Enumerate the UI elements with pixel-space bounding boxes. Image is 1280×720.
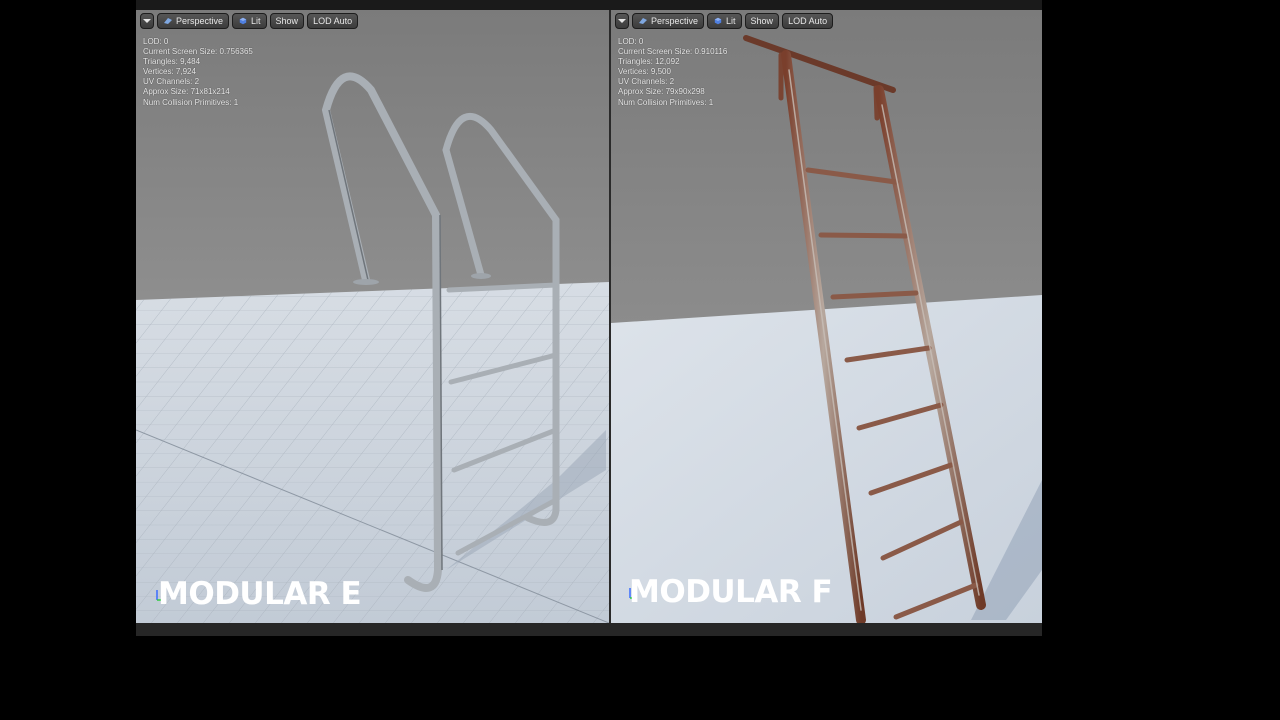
lit-button[interactable]: Lit [707, 13, 742, 29]
perspective-label: Perspective [176, 16, 224, 26]
stat-screen-size: Current Screen Size: 0.910116 [618, 47, 728, 57]
lod-label: LOD Auto [788, 16, 828, 26]
stat-lod: LOD: 0 [143, 37, 169, 46]
stat-approx-size: Approx Size: 79x90x298 [618, 87, 705, 97]
show-button[interactable]: Show [744, 13, 780, 29]
viewport-options-button[interactable] [140, 13, 154, 29]
cube-icon [714, 17, 722, 25]
lod-button[interactable]: LOD Auto [307, 13, 359, 29]
stat-lod: LOD: 0 [618, 37, 644, 46]
camera-icon [639, 18, 647, 24]
chevron-down-icon [143, 19, 151, 23]
editor-bottom-bar [136, 623, 1042, 636]
viewport-toolbar: Perspective Lit Show LOD Auto [615, 13, 834, 29]
viewport-options-button[interactable] [615, 13, 629, 29]
lit-label: Lit [726, 16, 736, 26]
show-button[interactable]: Show [269, 13, 305, 29]
show-label: Show [750, 16, 774, 26]
stat-uv-channels: UV Channels: 2 [143, 77, 200, 87]
camera-icon [164, 18, 172, 24]
stat-triangles: Triangles: 9,484 [143, 57, 201, 67]
model-label: MODULAR F [629, 574, 833, 610]
stat-uv-channels: UV Channels: 2 [618, 77, 675, 87]
stat-triangles: Triangles: 12,092 [618, 57, 680, 67]
editor-top-strip [136, 0, 1042, 10]
model-label: MODULAR E [158, 576, 362, 612]
mesh-stats: LOD: 0 Current Screen Size: 0.910116 Tri… [618, 37, 727, 108]
perspective-button[interactable]: Perspective [157, 13, 230, 29]
stat-vertices: Vertices: 9,500 [618, 67, 671, 77]
viewport-left[interactable]: Perspective Lit Show LOD Auto LOD: 0 Cur… [136, 10, 609, 623]
cube-icon [239, 17, 247, 25]
viewport-right[interactable]: Perspective Lit Show LOD Auto LOD: 0 Cur… [611, 10, 1042, 623]
stat-collision-primitives: Num Collision Primitives: 1 [143, 97, 239, 107]
stat-screen-size: Current Screen Size: 0.756365 [143, 47, 253, 57]
lod-label: LOD Auto [313, 16, 353, 26]
perspective-label: Perspective [651, 16, 699, 26]
lit-button[interactable]: Lit [232, 13, 267, 29]
perspective-button[interactable]: Perspective [632, 13, 705, 29]
stat-approx-size: Approx Size: 71x81x214 [143, 87, 230, 97]
viewport-toolbar: Perspective Lit Show LOD Auto [140, 13, 359, 29]
chevron-down-icon [618, 19, 626, 23]
lit-label: Lit [251, 16, 261, 26]
show-label: Show [275, 16, 299, 26]
stat-collision-primitives: Num Collision Primitives: 1 [618, 97, 714, 107]
lod-button[interactable]: LOD Auto [782, 13, 834, 29]
stat-vertices: Vertices: 7,924 [143, 67, 196, 77]
mesh-stats: LOD: 0 Current Screen Size: 0.756365 Tri… [143, 37, 253, 108]
